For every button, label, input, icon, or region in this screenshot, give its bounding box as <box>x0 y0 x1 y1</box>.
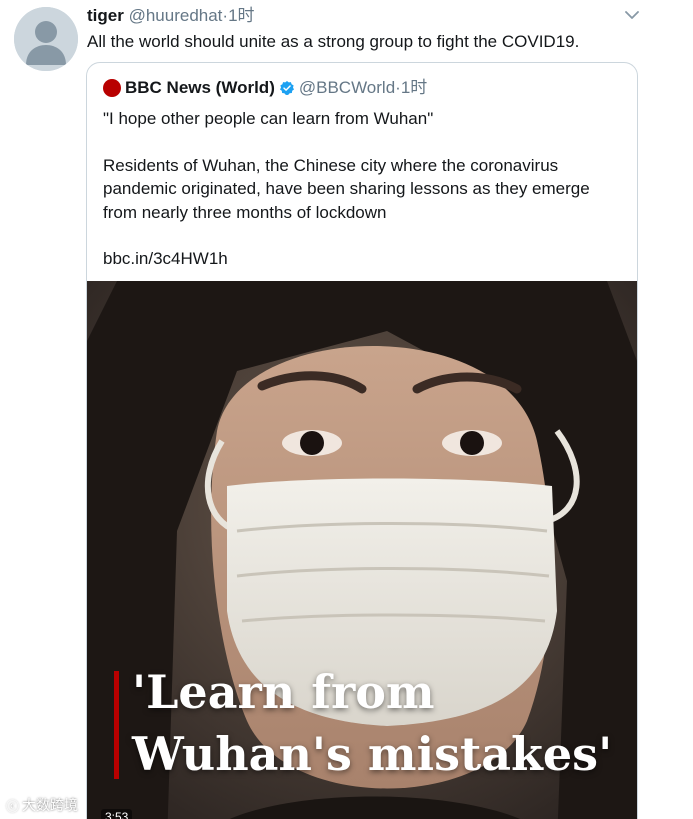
quoted-tweet-header: BBC News (World) @BBCWorld · 1时 <box>103 77 427 99</box>
quoted-display-name[interactable]: BBC News (World) <box>125 77 275 99</box>
video-caption: 'Learn from Wuhan's mistakes' <box>132 661 612 785</box>
video-player[interactable]: 'Learn from Wuhan's mistakes' 3:53 <box>87 281 637 819</box>
video-caption-line2: Wuhan's mistakes' <box>132 727 613 781</box>
user-avatar[interactable] <box>14 7 78 71</box>
default-user-avatar-icon <box>14 7 78 71</box>
user-handle[interactable]: @huuredhat <box>129 6 223 25</box>
quoted-tweet-text: "I hope other people can learn from Wuha… <box>103 107 623 271</box>
tweet-timestamp[interactable]: 1时 <box>228 6 254 25</box>
tweet-menu-button[interactable] <box>623 8 641 22</box>
quoted-text-line2: Residents of Wuhan, the Chinese city whe… <box>103 155 590 222</box>
chevron-down-icon <box>625 11 639 19</box>
user-display-name[interactable]: tiger <box>87 6 124 25</box>
quoted-timestamp[interactable]: 1时 <box>401 77 427 99</box>
quoted-text-line1: "I hope other people can learn from Wuha… <box>103 109 434 128</box>
watermark-text: 大数跨境 <box>22 797 79 813</box>
watermark-logo-icon: ⓒ <box>6 798 20 814</box>
verified-badge-icon <box>279 81 294 95</box>
quoted-tweet[interactable]: BBC News (World) @BBCWorld · 1时 "I hope ot… <box>86 62 638 819</box>
video-caption-line1: 'Learn from <box>132 665 435 719</box>
quoted-link[interactable]: bbc.in/3c4HW1h <box>103 247 623 271</box>
tweet-header: tiger @huuredhat·1时 <box>87 5 255 27</box>
bbc-news-logo-icon <box>103 79 121 97</box>
watermark: ⓒ 大数跨境 <box>6 795 78 815</box>
tweet-text: All the world should unite as a strong g… <box>87 32 580 51</box>
tweet-card[interactable]: tiger @huuredhat·1时 All the world should… <box>0 0 693 819</box>
video-duration: 3:53 <box>101 809 133 819</box>
caption-accent-bar <box>114 671 119 779</box>
quoted-handle[interactable]: @BBCWorld <box>299 77 395 99</box>
